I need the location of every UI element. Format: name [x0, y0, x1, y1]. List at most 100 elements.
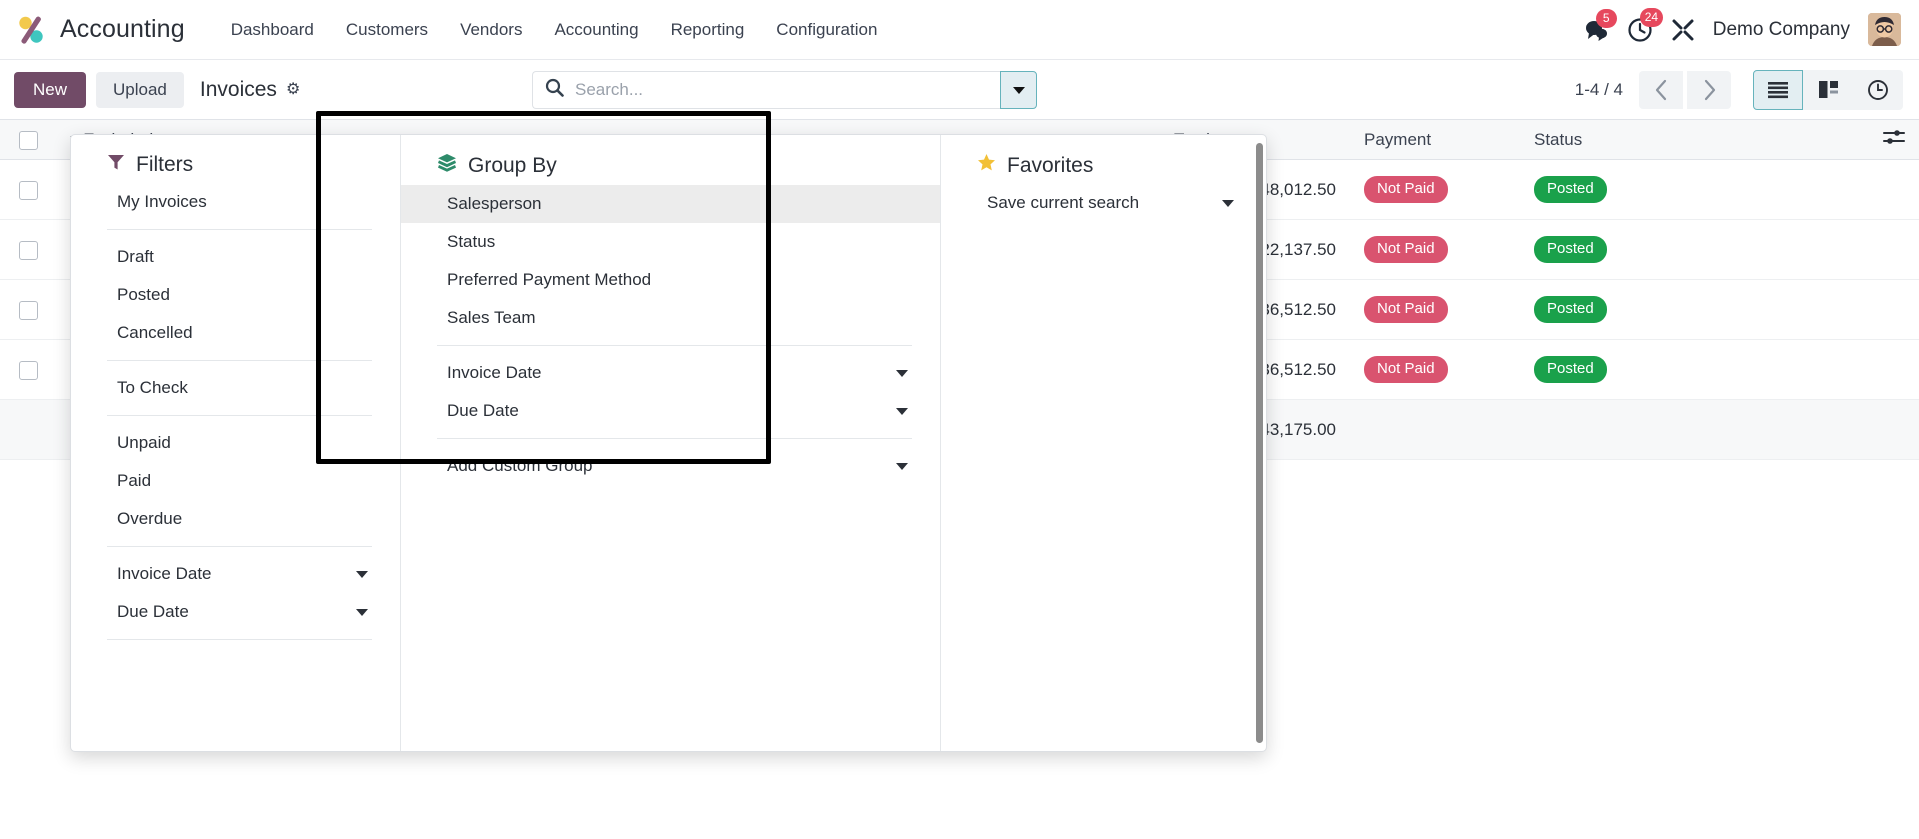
list-icon	[1768, 81, 1788, 98]
upload-button[interactable]: Upload	[96, 71, 184, 108]
menu-configuration[interactable]: Configuration	[760, 12, 893, 48]
filter-unpaid[interactable]: Unpaid	[71, 424, 400, 462]
filter-overdue[interactable]: Overdue	[71, 500, 400, 538]
column-options-icon[interactable]	[1883, 129, 1905, 150]
groupby-label: Salesperson	[447, 194, 542, 213]
filter-posted[interactable]: Posted	[71, 276, 400, 314]
search-dropdown-toggle[interactable]	[1000, 71, 1037, 109]
groupby-label: Invoice Date	[447, 363, 542, 382]
view-switcher	[1753, 69, 1903, 110]
chevron-down-icon	[896, 462, 908, 470]
filter-due-date[interactable]: Due Date	[71, 593, 400, 631]
filter-my-invoices[interactable]: My Invoices	[71, 183, 400, 221]
menu-dashboard[interactable]: Dashboard	[215, 12, 330, 48]
search-box[interactable]	[532, 71, 1000, 109]
row-checkbox[interactable]	[18, 240, 38, 260]
filter-cancelled[interactable]: Cancelled	[71, 314, 400, 352]
divider	[107, 639, 372, 640]
groupby-preferred-payment-method[interactable]: Preferred Payment Method	[401, 261, 940, 299]
activity-view-button[interactable]	[1853, 69, 1903, 110]
cell-status: Posted	[1520, 339, 1720, 400]
status-badge: Posted	[1534, 356, 1607, 383]
groupby-add-custom-group[interactable]: Add Custom Group	[401, 447, 940, 485]
list-view-button[interactable]	[1753, 69, 1803, 110]
filter-paid[interactable]: Paid	[71, 462, 400, 500]
messages-icon[interactable]: 5	[1583, 8, 1617, 42]
filter-label: Posted	[117, 285, 170, 304]
select-all-cell	[0, 119, 56, 160]
search-input[interactable]	[575, 80, 988, 100]
systray: 5 24 Demo Company	[1583, 7, 1901, 46]
filters-column: Filters My Invoices Draft Posted Cancell…	[71, 135, 401, 751]
menu-customers[interactable]: Customers	[330, 12, 444, 48]
row-checkbox[interactable]	[18, 180, 38, 200]
odoo-accounting-logo-icon	[14, 13, 48, 47]
new-button[interactable]: New	[14, 71, 87, 108]
column-payment[interactable]: Payment	[1350, 119, 1520, 160]
breadcrumb: Invoices ⚙	[200, 78, 300, 102]
tools-icon[interactable]	[1671, 18, 1695, 42]
row-checkbox[interactable]	[18, 300, 38, 320]
group-by-header: Group By	[401, 153, 940, 185]
cell-payment: Not Paid	[1350, 279, 1520, 340]
payment-badge: Not Paid	[1364, 296, 1448, 323]
favorites-save-current-search[interactable]: Save current search	[941, 184, 1266, 222]
kanban-view-button[interactable]	[1803, 69, 1853, 110]
payment-badge: Not Paid	[1364, 356, 1448, 383]
activities-clock-icon[interactable]: 24	[1627, 7, 1664, 43]
divider	[437, 438, 912, 439]
divider	[107, 415, 372, 416]
activities-badge: 24	[1639, 7, 1664, 27]
chevron-down-icon	[896, 407, 908, 415]
divider	[107, 546, 372, 547]
group-by-title: Group By	[468, 154, 557, 177]
filter-label: To Check	[117, 378, 188, 397]
filter-label: Draft	[117, 247, 154, 266]
dropdown-scrollbar[interactable]	[1256, 143, 1263, 743]
brand-label: Accounting	[60, 15, 185, 43]
groupby-label: Due Date	[447, 401, 519, 420]
user-avatar[interactable]	[1868, 13, 1901, 46]
star-icon	[977, 153, 996, 178]
filters-header: Filters	[71, 153, 400, 183]
select-all-checkbox[interactable]	[18, 130, 38, 150]
pager-next-button[interactable]	[1687, 70, 1731, 109]
groupby-invoice-date[interactable]: Invoice Date	[401, 354, 940, 392]
chevron-down-icon	[356, 570, 368, 578]
gear-icon[interactable]: ⚙	[286, 81, 300, 98]
cell-payment: Not Paid	[1350, 219, 1520, 280]
favorites-column: Favorites Save current search	[941, 135, 1266, 751]
column-status[interactable]: Status	[1520, 119, 1720, 160]
cell-status: Posted	[1520, 279, 1720, 340]
search-options-dropdown: Filters My Invoices Draft Posted Cancell…	[70, 134, 1267, 752]
company-selector[interactable]: Demo Company	[1713, 19, 1850, 41]
filter-draft[interactable]: Draft	[71, 238, 400, 276]
pager-previous-button[interactable]	[1639, 70, 1683, 109]
menu-accounting[interactable]: Accounting	[538, 12, 654, 48]
brand[interactable]: Accounting	[14, 13, 185, 47]
page-title: Invoices	[199, 77, 277, 101]
chevron-down-icon	[1012, 86, 1025, 94]
row-checkbox[interactable]	[18, 360, 38, 380]
groupby-salesperson[interactable]: Salesperson	[401, 185, 940, 223]
cell-status: Posted	[1520, 159, 1720, 220]
divider	[107, 360, 372, 361]
groupby-sales-team[interactable]: Sales Team	[401, 299, 940, 337]
menu-reporting[interactable]: Reporting	[655, 12, 761, 48]
filter-invoice-date[interactable]: Invoice Date	[71, 555, 400, 593]
filters-title: Filters	[136, 153, 194, 176]
filter-label: Due Date	[117, 602, 189, 621]
groupby-status[interactable]: Status	[401, 223, 940, 261]
group-by-column: Group By Salesperson Status Preferred Pa…	[401, 135, 941, 751]
messages-badge: 5	[1595, 8, 1617, 28]
favorites-header: Favorites	[941, 153, 1266, 184]
payment-badge: Not Paid	[1364, 176, 1448, 203]
main-menu: Dashboard Customers Vendors Accounting R…	[215, 12, 894, 48]
favorites-label: Save current search	[987, 193, 1140, 212]
groupby-due-date[interactable]: Due Date	[401, 392, 940, 430]
filter-to-check[interactable]: To Check	[71, 369, 400, 407]
menu-vendors[interactable]: Vendors	[444, 12, 538, 48]
groupby-label: Sales Team	[447, 308, 536, 327]
filter-label: My Invoices	[117, 192, 207, 211]
pager-count: 1-4 / 4	[1574, 79, 1623, 99]
